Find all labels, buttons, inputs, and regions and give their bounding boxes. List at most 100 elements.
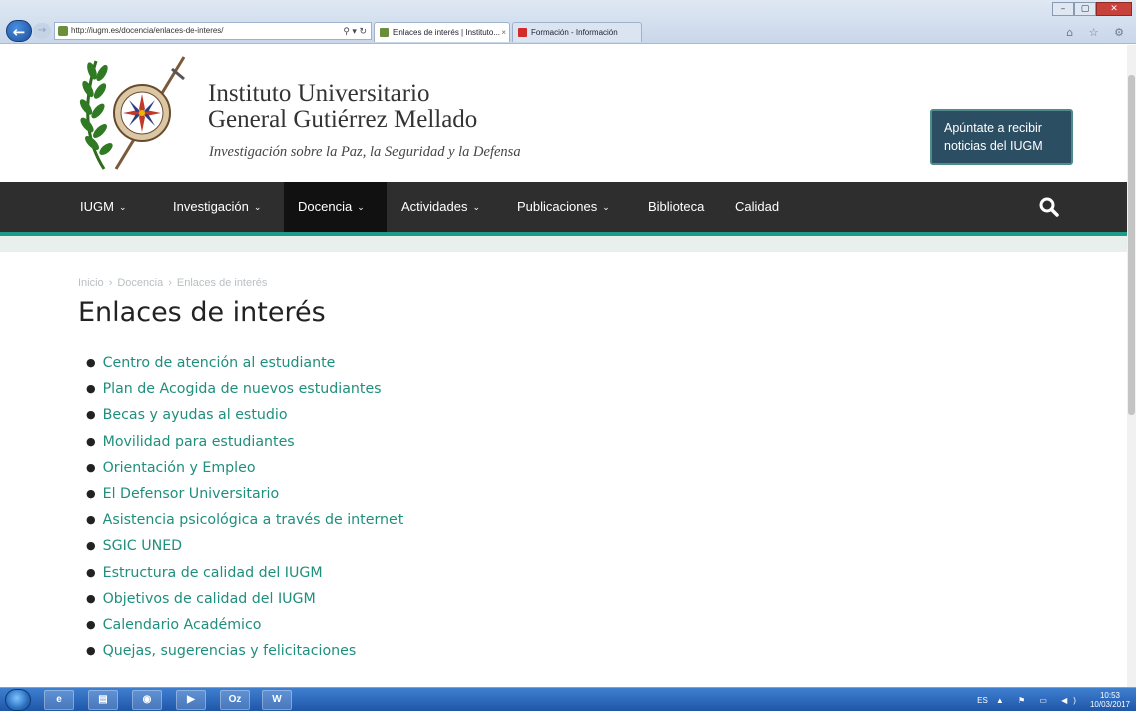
browser-toolbar-icons[interactable]: ⌂ ☆ ⚙ bbox=[1066, 26, 1130, 39]
bullet-icon: ● bbox=[86, 408, 96, 422]
bullet-icon: ● bbox=[86, 591, 96, 605]
scrollbar-thumb[interactable] bbox=[1128, 75, 1135, 415]
media-taskbar-button[interactable]: ▶ bbox=[176, 690, 206, 710]
link-calendario[interactable]: Calendario Académico bbox=[103, 617, 262, 633]
ie-taskbar-button[interactable]: e bbox=[44, 690, 74, 710]
outlook-taskbar-button[interactable]: Oz bbox=[220, 690, 250, 710]
tab-close-icon[interactable]: × bbox=[501, 23, 506, 42]
nav-item-biblioteca[interactable]: Biblioteca bbox=[634, 182, 718, 232]
back-button[interactable]: ← bbox=[6, 20, 32, 42]
site-title[interactable]: Instituto Universitario General Gutiérre… bbox=[208, 81, 477, 133]
list-item: ● Calendario Académico bbox=[86, 617, 403, 643]
bullet-icon: ● bbox=[86, 513, 96, 527]
links-list: ● Centro de atención al estudiante ● Plan … bbox=[86, 355, 403, 669]
list-item: ● Estructura de calidad del IUGM bbox=[86, 565, 403, 591]
link-defensor[interactable]: El Defensor Universitario bbox=[103, 486, 280, 502]
link-plan-acogida[interactable]: Plan de Acogida de nuevos estudiantes bbox=[103, 381, 382, 397]
site-favicon-icon bbox=[58, 26, 68, 36]
list-item: ● Becas y ayudas al estudio bbox=[86, 407, 403, 433]
clock[interactable]: 10:53 10/03/2017 bbox=[1090, 691, 1130, 709]
tab-enlaces[interactable]: Enlaces de interés | Instituto... × bbox=[374, 22, 510, 42]
system-tray: ES ▲ ⚑ ▭ ◀) 10:53 10/03/2017 bbox=[977, 691, 1130, 709]
word-taskbar-button[interactable]: W bbox=[262, 690, 292, 710]
chrome-taskbar-button[interactable]: ◉ bbox=[132, 690, 162, 710]
nav-item-label: IUGM bbox=[80, 199, 114, 214]
breadcrumb-docencia[interactable]: Docencia bbox=[117, 277, 163, 289]
main-nav: IUGM ⌄ Investigación ⌄ Docencia ⌄ Actividad… bbox=[0, 182, 1136, 232]
link-quejas[interactable]: Quejas, sugerencias y felicitaciones bbox=[103, 643, 357, 659]
link-objetivos-calidad[interactable]: Objetivos de calidad del IUGM bbox=[103, 591, 316, 607]
window-controls: – ▢ ✕ bbox=[1052, 2, 1132, 16]
address-tools[interactable]: ⚲ ▾ ↻ bbox=[343, 23, 367, 39]
list-item: ● SGIC UNED bbox=[86, 538, 403, 564]
iugm-emblem-icon[interactable] bbox=[76, 51, 194, 175]
link-centro-atencion[interactable]: Centro de atención al estudiante bbox=[103, 355, 336, 371]
bullet-icon: ● bbox=[86, 460, 96, 474]
chevron-down-icon: ⌄ bbox=[602, 202, 610, 212]
breadcrumb-separator: › bbox=[168, 277, 172, 289]
explorer-taskbar-button[interactable]: ▤ bbox=[88, 690, 118, 710]
nav-item-label: Calidad bbox=[735, 199, 780, 214]
link-movilidad[interactable]: Movilidad para estudiantes bbox=[103, 434, 295, 450]
chevron-down-icon: ⌄ bbox=[253, 202, 262, 212]
list-item: ● Movilidad para estudiantes bbox=[86, 434, 403, 460]
breadcrumb-separator: › bbox=[108, 277, 113, 289]
site-title-line2: General Gutiérrez Mellado bbox=[208, 106, 478, 133]
link-asistencia[interactable]: Asistencia psicológica a través de inter… bbox=[103, 512, 404, 528]
clock-date: 10/03/2017 bbox=[1089, 700, 1130, 709]
nav-item-calidad[interactable]: Calidad bbox=[721, 182, 793, 232]
list-item: ● El Defensor Universitario bbox=[86, 486, 403, 512]
bullet-icon: ● bbox=[86, 539, 96, 553]
nav-item-iugm[interactable]: IUGM ⌄ bbox=[66, 182, 141, 232]
bullet-icon: ● bbox=[86, 486, 96, 500]
maximize-button[interactable]: ▢ bbox=[1074, 2, 1096, 16]
chevron-down-icon: ⌄ bbox=[118, 202, 127, 212]
breadcrumb: Inicio › Docencia › Enlaces de interés bbox=[78, 277, 267, 289]
search-icon[interactable] bbox=[1038, 196, 1060, 218]
nav-shade bbox=[0, 236, 1136, 252]
site-tagline: Investigación sobre la Paz, la Seguridad… bbox=[209, 144, 521, 160]
nav-item-label: Biblioteca bbox=[648, 199, 705, 214]
site-favicon-icon bbox=[380, 28, 389, 37]
address-url: http://iugm.es/docencia/enlaces-de-inter… bbox=[71, 26, 224, 35]
link-sgic[interactable]: SGIC UNED bbox=[103, 538, 183, 554]
nav-item-label: Docencia bbox=[298, 199, 353, 214]
page-title: Enlaces de interés bbox=[78, 297, 326, 328]
link-orientacion[interactable]: Orientación y Empleo bbox=[103, 460, 256, 476]
minimize-button[interactable]: – bbox=[1052, 2, 1074, 16]
bullet-icon: ● bbox=[86, 617, 96, 631]
forward-button[interactable]: → bbox=[33, 23, 51, 39]
site-header: Instituto Universitario General Gutiérre… bbox=[0, 45, 1136, 182]
list-item: ● Plan de Acogida de nuevos estudiantes bbox=[86, 381, 403, 407]
nav-item-label: Publicaciones bbox=[517, 199, 598, 214]
tray-icons[interactable]: ▲ ⚑ ▭ ◀) bbox=[996, 696, 1082, 705]
chevron-down-icon: ⌄ bbox=[472, 202, 481, 212]
tab-formacion[interactable]: Formación - Información Curs... bbox=[512, 22, 642, 56]
address-bar[interactable]: http://iugm.es/docencia/enlaces-de-inter… bbox=[54, 22, 372, 40]
list-item: ● Objetivos de calidad del IUGM bbox=[86, 591, 403, 617]
close-button[interactable]: ✕ bbox=[1096, 2, 1132, 16]
link-becas[interactable]: Becas y ayudas al estudio bbox=[103, 407, 288, 423]
windows-taskbar: e ▤ ◉ ▶ Oz W ES ▲ ⚑ ▭ ◀) 10:53 10/03/201… bbox=[0, 687, 1136, 711]
bullet-icon: ● bbox=[86, 565, 96, 579]
start-button[interactable] bbox=[5, 689, 31, 711]
nav-item-docencia[interactable]: Docencia ⌄ bbox=[284, 182, 387, 232]
link-estructura-calidad[interactable]: Estructura de calidad del IUGM bbox=[103, 565, 323, 581]
nav-item-label: Actividades bbox=[401, 199, 468, 214]
breadcrumb-home[interactable]: Inicio bbox=[78, 277, 104, 289]
nav-item-publicaciones[interactable]: Publicaciones ⌄ bbox=[503, 182, 624, 232]
chevron-down-icon: ⌄ bbox=[357, 202, 365, 212]
nav-item-investigacion[interactable]: Investigación ⌄ bbox=[159, 182, 275, 232]
nav-item-label: Investigación bbox=[173, 199, 249, 214]
site-title-line1: Instituto Universitario bbox=[208, 80, 430, 107]
list-item: ● Orientación y Empleo bbox=[86, 460, 403, 486]
bullet-icon: ● bbox=[86, 644, 96, 658]
page-scrollbar[interactable] bbox=[1127, 45, 1136, 687]
bullet-icon: ● bbox=[86, 356, 96, 369]
red-cross-icon bbox=[518, 28, 527, 37]
list-item: ● Quejas, sugerencias y felicitaciones bbox=[86, 643, 403, 669]
bullet-icon: ● bbox=[86, 434, 96, 448]
language-indicator[interactable]: ES bbox=[977, 696, 988, 705]
nav-item-actividades[interactable]: Actividades ⌄ bbox=[387, 182, 494, 232]
subscribe-button[interactable]: Apúntate a recibir noticias del IUGM bbox=[930, 109, 1073, 165]
